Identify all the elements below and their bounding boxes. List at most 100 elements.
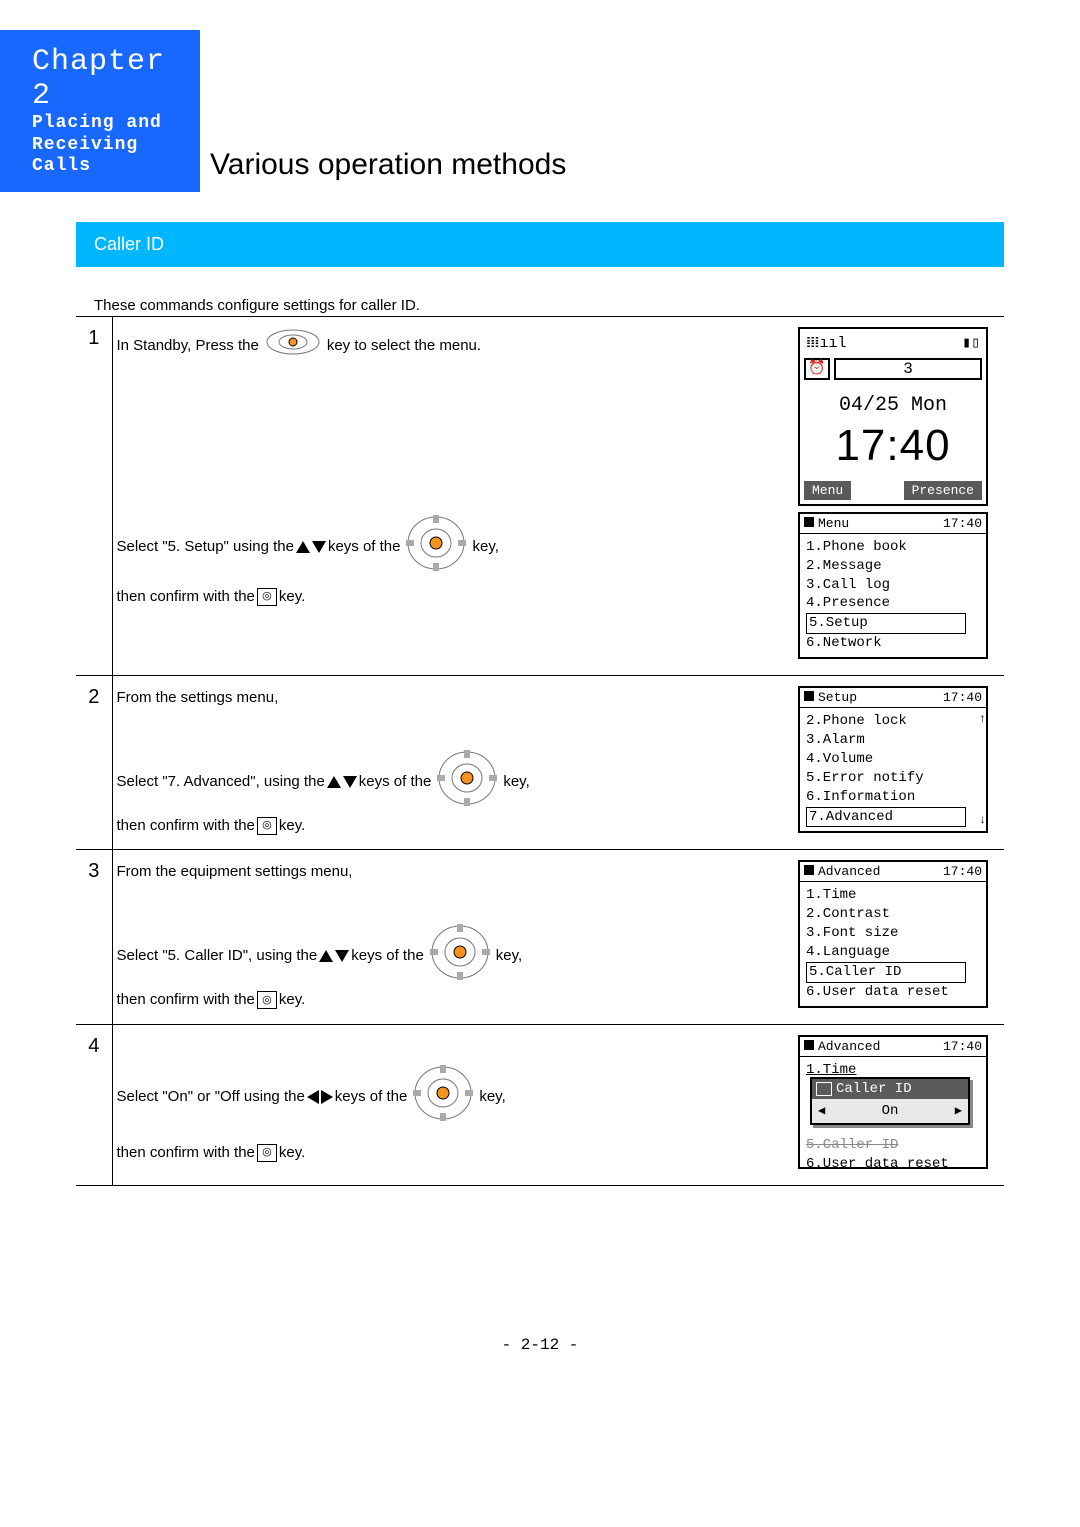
joystick-icon — [406, 515, 466, 579]
popup-title-text: Caller ID — [836, 1081, 912, 1097]
list-item[interactable]: 2.Phone lock — [806, 712, 980, 731]
list-item[interactable]: 3.Alarm — [806, 731, 980, 750]
up-arrow-icon — [327, 776, 341, 788]
list-item[interactable]: 4.Presence — [806, 594, 980, 613]
text: then confirm with the — [117, 585, 255, 609]
list-item[interactable]: 2.Contrast — [806, 905, 980, 924]
popup-value: On — [882, 1103, 899, 1119]
confirm-key-icon: ◎ — [257, 1144, 277, 1162]
text: key to select the menu. — [327, 334, 481, 358]
steps-table: 1 In Standby, Press the key to select th… — [76, 316, 1004, 1186]
list-item[interactable]: 3.Call log — [806, 576, 980, 595]
list-item-selected[interactable]: 5.Caller ID — [806, 962, 966, 983]
right-arrow-icon — [321, 1090, 333, 1104]
confirm-key-icon: ◎ — [257, 588, 277, 606]
step-instructions: From the settings menu, Select "7. Advan… — [112, 676, 794, 850]
list-item[interactable]: 1.Phone book — [806, 538, 980, 557]
list-item[interactable]: 6.Network — [806, 634, 980, 653]
popup-left-arrow[interactable]: ◀ — [818, 1103, 825, 1118]
text: then confirm with the — [117, 1141, 255, 1165]
chapter-banner-right: Various operation methods — [200, 30, 1080, 192]
list-item[interactable]: 3.Font size — [806, 924, 980, 943]
text: keys of the — [359, 770, 432, 794]
softkey-presence[interactable]: Presence — [904, 481, 982, 500]
list-item[interactable]: 4.Language — [806, 943, 980, 962]
down-arrow-icon — [335, 950, 349, 962]
list-item[interactable]: 4.Volume — [806, 750, 980, 769]
text: key. — [279, 1141, 305, 1165]
scroll-down-icon[interactable]: ↓ — [979, 813, 986, 827]
text: then confirm with the — [117, 814, 255, 838]
menu-marker-icon — [804, 1040, 814, 1050]
popup-right-arrow[interactable]: ▶ — [955, 1103, 962, 1118]
list-item[interactable]: 1.Time — [806, 886, 980, 905]
list-item[interactable]: 6.User data reset — [806, 1155, 980, 1174]
step-row: 3 From the equipment settings menu, Sele… — [76, 850, 1004, 1024]
chapter-subtitle-1: Placing and — [32, 113, 200, 135]
text: key, — [503, 770, 529, 794]
softkey-menu[interactable]: Menu — [804, 481, 851, 500]
joystick-icon — [430, 924, 490, 988]
page-title: Various operation methods — [210, 148, 566, 182]
step-figure: 𝍖ııl ▮▯ ⏰ 3 04/25 Mon 17:40 Menu Presenc… — [794, 316, 1004, 675]
joystick-icon — [265, 327, 321, 365]
caller-id-popup: Caller ID ◀ On ▶ — [810, 1077, 970, 1125]
step-number: 4 — [76, 1024, 112, 1185]
standby-time: 17:40 — [800, 417, 986, 481]
step-figure: Advanced 17:40 1.Time 2.Contrast 3.Font … — [794, 850, 1004, 1024]
confirm-key-icon: ◎ — [257, 991, 277, 1009]
battery-icon: ▮▯ — [962, 333, 980, 352]
step-instructions: Select "On" or "Off using the keys of th… — [112, 1024, 794, 1185]
left-arrow-icon — [307, 1090, 319, 1104]
screen-time: 17:40 — [943, 690, 982, 705]
chapter-label: Chapter 2 — [32, 45, 200, 113]
list-item[interactable]: 2.Message — [806, 557, 980, 576]
up-arrow-icon — [296, 541, 310, 553]
step-figure: Advanced 17:40 1.Time 5.Caller ID 6.User… — [794, 1024, 1004, 1185]
step-number: 3 — [76, 850, 112, 1024]
text: From the equipment settings menu, — [117, 860, 353, 884]
screen-time: 17:40 — [943, 1039, 982, 1054]
step-instructions: In Standby, Press the key to select the … — [112, 316, 794, 675]
text: key. — [279, 988, 305, 1012]
text: Select "5. Caller ID", using the — [117, 944, 318, 968]
popup-icon — [816, 1082, 832, 1096]
text: then confirm with the — [117, 988, 255, 1012]
joystick-icon — [413, 1065, 473, 1129]
text: key, — [496, 944, 522, 968]
text: keys of the — [335, 1085, 408, 1109]
step-number: 2 — [76, 676, 112, 850]
list-item-selected[interactable]: 7.Advanced — [806, 807, 966, 828]
text: key. — [279, 585, 305, 609]
scroll-up-icon[interactable]: ↑ — [979, 712, 986, 726]
text: From the settings menu, — [117, 686, 279, 710]
screen-title: Advanced — [818, 864, 880, 879]
up-arrow-icon — [319, 950, 333, 962]
advanced-screen: Advanced 17:40 1.Time 2.Contrast 3.Font … — [798, 860, 988, 1007]
setup-screen: Setup 17:40 2.Phone lock 3.Alarm 4.Volum… — [798, 686, 988, 833]
text: keys of the — [328, 535, 401, 559]
list-item: 5.Caller ID — [806, 1136, 980, 1155]
list-item-selected[interactable]: 5.Setup — [806, 613, 966, 634]
list-item[interactable]: 6.User data reset — [806, 983, 980, 1002]
text: key, — [472, 535, 498, 559]
text: key, — [479, 1085, 505, 1109]
text: Select "On" or "Off using the — [117, 1085, 305, 1109]
screen-title: Advanced — [818, 1039, 880, 1054]
badge-count: 3 — [834, 358, 982, 380]
section-header: Caller ID — [76, 222, 1004, 267]
advanced-popup-screen: Advanced 17:40 1.Time 5.Caller ID 6.User… — [798, 1035, 988, 1169]
signal-icon: 𝍖ııl — [806, 333, 846, 352]
list-item[interactable]: 5.Error notify — [806, 769, 980, 788]
screen-time: 17:40 — [943, 516, 982, 531]
menu-marker-icon — [804, 865, 814, 875]
text: keys of the — [351, 944, 424, 968]
intro-text: These commands configure settings for ca… — [94, 297, 1004, 314]
menu-marker-icon — [804, 691, 814, 701]
text: In Standby, Press the — [117, 334, 259, 358]
list-item[interactable]: 6.Information — [806, 788, 980, 807]
step-instructions: From the equipment settings menu, Select… — [112, 850, 794, 1024]
alarm-icon: ⏰ — [804, 358, 830, 380]
step-row: 4 Select "On" or "Off using the keys of … — [76, 1024, 1004, 1185]
down-arrow-icon — [343, 776, 357, 788]
